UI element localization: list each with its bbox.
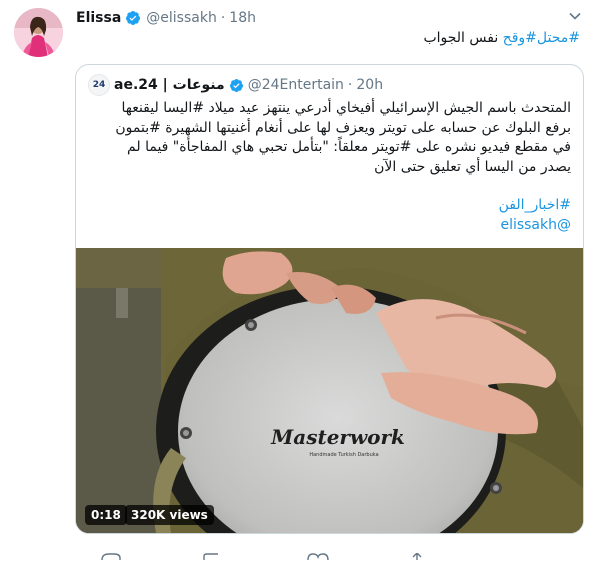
chevron-down-icon[interactable] <box>567 8 583 24</box>
quoted-tweet[interactable]: 24 منوعات | 24.ae @24Entertain · 20h الم… <box>75 64 584 534</box>
avatar-image <box>14 8 63 57</box>
drum-subtext: Handmade Turkish Darbuka <box>309 452 378 458</box>
video-duration-badge: 0:18 <box>85 505 127 525</box>
quoted-tweet-header: 24 منوعات | 24.ae @24Entertain · 20h <box>88 74 571 96</box>
quoted-text-line: في مقطع فيديو نشره على #تويتر معلقاً: "ب… <box>127 139 571 155</box>
avatar[interactable] <box>14 8 63 57</box>
tweet-header: Elissa @elissakh · 18h <box>76 8 256 28</box>
quoted-text-line: برفع البلوك عن حسابه على تويتر ويعزف لها… <box>115 119 571 136</box>
mention-link[interactable]: @elissakh <box>500 217 571 233</box>
author-handle[interactable]: @elissakh <box>146 10 217 26</box>
tweet-text: #محتل#وقح نفس الجواب <box>423 30 580 46</box>
hashtag-link[interactable]: #اخبار_الفن <box>499 197 571 213</box>
hashtag-link[interactable]: #محتل <box>537 30 580 46</box>
verified-badge-icon <box>229 78 244 93</box>
quoted-timestamp[interactable]: 20h <box>356 77 383 93</box>
quoted-text-line: المتحدث باسم الجيش الإسرائيلي أفيخاي أدر… <box>121 100 571 116</box>
quoted-avatar[interactable]: 24 <box>88 74 110 96</box>
share-icon <box>412 552 422 560</box>
video-player[interactable]: Masterwork Handmade Turkish Darbuka 0:18… <box>76 248 583 533</box>
like-icon <box>307 553 329 561</box>
separator-dot: · <box>220 10 226 26</box>
separator-dot: · <box>347 77 353 93</box>
tweet[interactable]: Elissa @elissakh · 18h #محتل#وقح نفس الج… <box>0 0 597 561</box>
reply-icon <box>101 553 121 561</box>
verified-badge-icon <box>125 10 141 26</box>
video-frame: Masterwork Handmade Turkish Darbuka <box>76 248 583 533</box>
quoted-author-handle[interactable]: @24Entertain <box>248 77 344 93</box>
drum-brand-text: Masterwork <box>270 425 405 449</box>
quoted-text-line: يصدر من اليسا أي تعليق حتى الآن <box>374 158 571 175</box>
tweet-text-plain: نفس الجواب <box>423 30 499 46</box>
retweet-icon <box>203 553 218 560</box>
timestamp[interactable]: 18h <box>229 10 256 26</box>
hashtag-link[interactable]: #وقح <box>503 30 537 46</box>
quoted-tweet-text: المتحدث باسم الجيش الإسرائيلي أفيخاي أدر… <box>86 99 571 235</box>
tweet-actions-bar <box>76 545 556 561</box>
author-name[interactable]: Elissa <box>76 10 121 26</box>
video-views-badge: 320K views <box>125 505 214 525</box>
quoted-author-name[interactable]: منوعات | 24.ae <box>114 77 225 93</box>
